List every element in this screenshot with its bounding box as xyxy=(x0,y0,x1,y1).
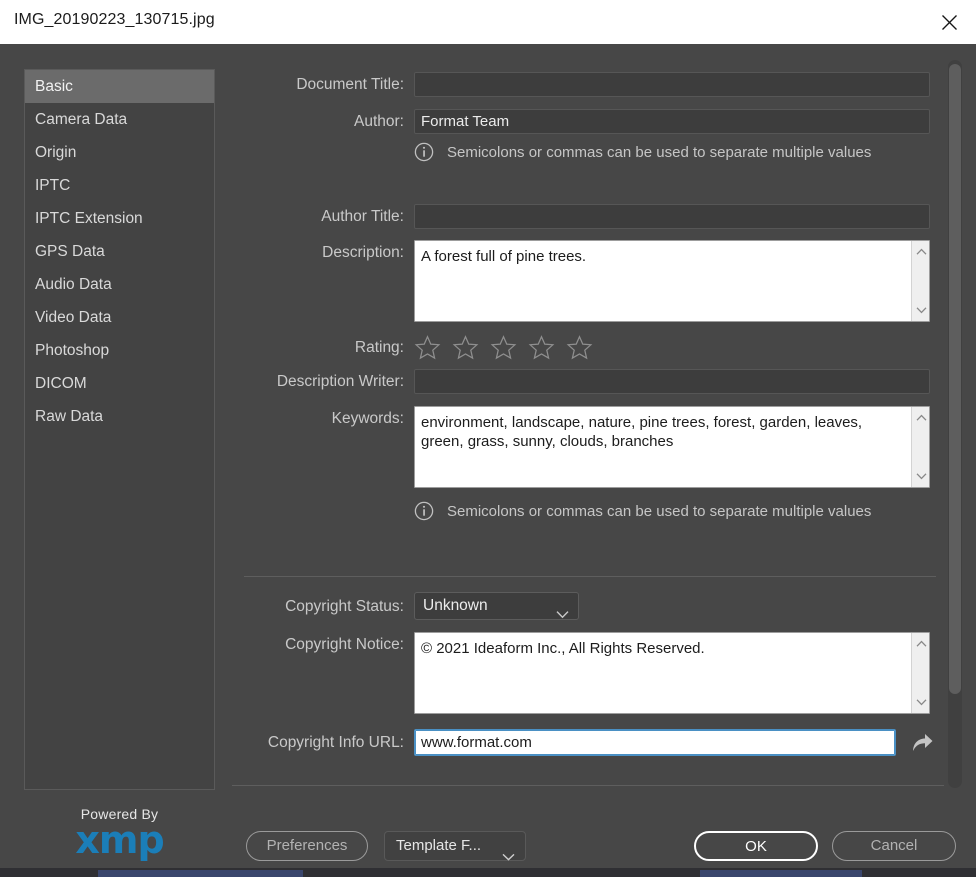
star-outline-icon[interactable] xyxy=(414,334,441,361)
chevron-down-icon xyxy=(916,473,926,480)
go-to-link-button[interactable] xyxy=(908,729,936,757)
star-outline-icon[interactable] xyxy=(528,334,555,361)
chevron-down-icon xyxy=(502,843,515,871)
info-icon xyxy=(414,501,434,521)
dialog-body: Basic Camera Data Origin IPTC IPTC Exten… xyxy=(0,44,976,877)
keywords-hint-text: Semicolons or commas can be used to sepa… xyxy=(447,502,872,520)
basic-metadata-form: Document Title: Author: Semicolons or co… xyxy=(232,56,944,784)
sidebar-item-label: Video Data xyxy=(35,309,112,326)
chevron-up-icon xyxy=(916,248,926,255)
window-title: IMG_20190223_130715.jpg xyxy=(14,11,215,28)
description-writer-input[interactable] xyxy=(414,369,930,394)
form-scrollbar[interactable] xyxy=(948,60,962,788)
description-textarea[interactable]: A forest full of pine trees. xyxy=(414,240,930,322)
document-title-input[interactable] xyxy=(414,72,930,97)
keywords-scroll-down-button[interactable] xyxy=(912,467,929,485)
go-to-link-arrow-icon xyxy=(913,734,933,751)
keywords-text: environment, landscape, nature, pine tre… xyxy=(421,414,867,450)
form-scrollbar-thumb[interactable] xyxy=(949,64,961,694)
xmp-wordmark: xmp xyxy=(75,818,164,862)
rating-label: Rating: xyxy=(354,339,404,356)
chevron-up-icon xyxy=(916,414,926,421)
taskbar-item xyxy=(98,870,303,877)
author-hint-text: Semicolons or commas can be used to sepa… xyxy=(447,143,872,161)
chevron-down-icon xyxy=(556,602,569,628)
copyright-notice-scroll-down-button[interactable] xyxy=(912,693,929,711)
section-divider xyxy=(244,576,936,577)
copyright-info-url-input[interactable] xyxy=(414,729,896,756)
template-dropdown-label: Template F... xyxy=(396,837,482,854)
info-icon xyxy=(414,142,434,162)
taskbar-item xyxy=(700,870,862,877)
sidebar-item-gps-data[interactable]: GPS Data xyxy=(25,235,214,268)
ok-button[interactable]: OK xyxy=(694,831,818,861)
keywords-hint: Semicolons or commas can be used to sepa… xyxy=(414,501,871,521)
copyright-notice-textarea[interactable]: © 2021 Ideaform Inc., All Rights Reserve… xyxy=(414,632,930,714)
sidebar-item-label: Photoshop xyxy=(35,342,110,359)
sidebar-item-label: Camera Data xyxy=(35,111,128,128)
copyright-notice-label: Copyright Notice: xyxy=(285,636,404,653)
sidebar-item-label: Raw Data xyxy=(35,408,104,425)
copyright-status-label: Copyright Status: xyxy=(285,598,404,615)
os-taskbar-strip xyxy=(0,868,976,877)
keywords-label: Keywords: xyxy=(331,410,404,427)
sidebar-item-basic[interactable]: Basic xyxy=(25,70,214,103)
rating-stars[interactable] xyxy=(414,334,593,361)
chevron-down-icon xyxy=(916,699,926,706)
chevron-up-icon xyxy=(916,640,926,647)
description-writer-label: Description Writer: xyxy=(276,373,404,390)
star-outline-icon[interactable] xyxy=(452,334,479,361)
sidebar-item-photoshop[interactable]: Photoshop xyxy=(25,334,214,367)
description-scroll-down-button[interactable] xyxy=(912,301,929,319)
template-dropdown-button[interactable]: Template F... xyxy=(384,831,526,861)
description-scroll-up-button[interactable] xyxy=(912,243,929,261)
sidebar-item-video-data[interactable]: Video Data xyxy=(25,301,214,334)
copyright-notice-scrollbar[interactable] xyxy=(911,633,929,713)
keywords-scroll-up-button[interactable] xyxy=(912,409,929,427)
description-label: Description: xyxy=(322,244,404,261)
sidebar-item-label: IPTC xyxy=(35,177,71,194)
close-button[interactable] xyxy=(922,0,976,44)
footer-divider xyxy=(232,785,944,786)
copyright-notice-text: © 2021 Ideaform Inc., All Rights Reserve… xyxy=(421,640,705,657)
xmp-logo: Powered By xmp xyxy=(24,806,215,860)
description-text: A forest full of pine trees. xyxy=(421,248,587,265)
sidebar-item-label: IPTC Extension xyxy=(35,210,143,227)
sidebar-item-origin[interactable]: Origin xyxy=(25,136,214,169)
document-title-label: Document Title: xyxy=(296,76,404,93)
description-scrollbar[interactable] xyxy=(911,241,929,321)
author-hint: Semicolons or commas can be used to sepa… xyxy=(414,142,871,162)
preferences-button[interactable]: Preferences xyxy=(246,831,368,861)
chevron-down-icon xyxy=(916,307,926,314)
sidebar-item-audio-data[interactable]: Audio Data xyxy=(25,268,214,301)
file-info-dialog: IMG_20190223_130715.jpg Basic Camera Dat… xyxy=(0,0,976,877)
metadata-section-list: Basic Camera Data Origin IPTC IPTC Exten… xyxy=(24,69,215,790)
close-icon xyxy=(941,14,957,30)
star-outline-icon[interactable] xyxy=(490,334,517,361)
copyright-status-value: Unknown xyxy=(423,597,488,614)
sidebar-item-label: Audio Data xyxy=(35,276,112,293)
keywords-scrollbar[interactable] xyxy=(911,407,929,487)
sidebar-item-label: Origin xyxy=(35,144,77,161)
sidebar-item-label: Basic xyxy=(35,78,73,95)
sidebar-item-dicom[interactable]: DICOM xyxy=(25,367,214,400)
author-title-label: Author Title: xyxy=(321,208,404,225)
title-bar: IMG_20190223_130715.jpg xyxy=(0,0,976,45)
sidebar-item-label: DICOM xyxy=(35,375,87,392)
cancel-button[interactable]: Cancel xyxy=(832,831,956,861)
copyright-status-select[interactable]: Unknown xyxy=(414,592,579,620)
star-outline-icon[interactable] xyxy=(566,334,593,361)
sidebar-item-camera-data[interactable]: Camera Data xyxy=(25,103,214,136)
sidebar-item-iptc-extension[interactable]: IPTC Extension xyxy=(25,202,214,235)
author-input[interactable] xyxy=(414,109,930,134)
keywords-textarea[interactable]: environment, landscape, nature, pine tre… xyxy=(414,406,930,488)
sidebar-item-label: GPS Data xyxy=(35,243,105,260)
author-title-input[interactable] xyxy=(414,204,930,229)
sidebar-item-raw-data[interactable]: Raw Data xyxy=(25,400,214,433)
author-label: Author: xyxy=(354,113,404,130)
copyright-info-url-label: Copyright Info URL: xyxy=(267,734,404,751)
copyright-notice-scroll-up-button[interactable] xyxy=(912,635,929,653)
sidebar-item-iptc[interactable]: IPTC xyxy=(25,169,214,202)
